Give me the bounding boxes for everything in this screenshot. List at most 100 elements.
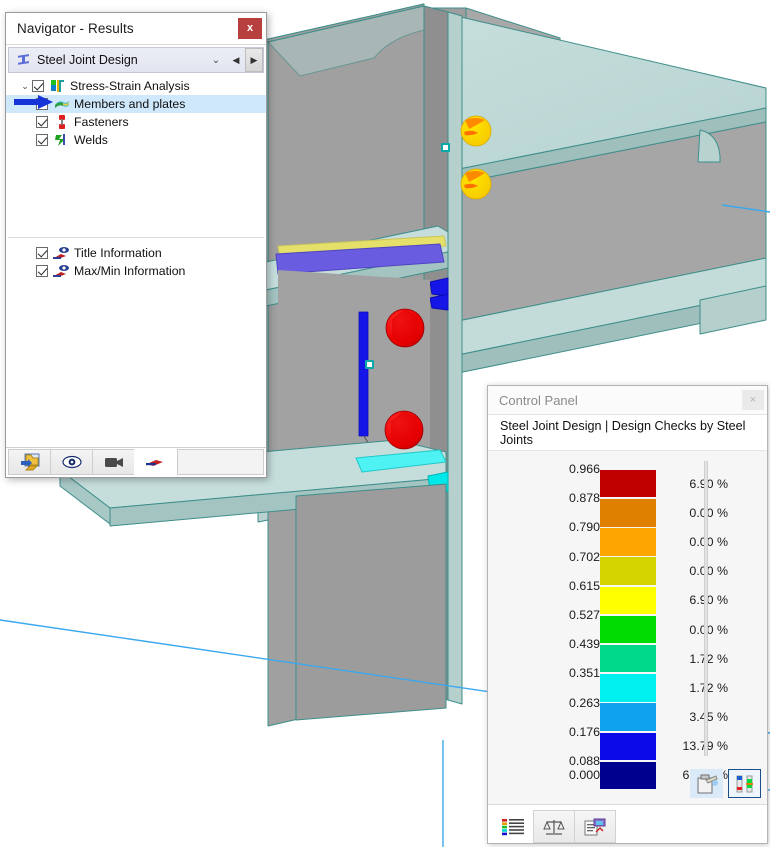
legend-color-swatch[interactable]: [600, 761, 656, 790]
legend-boundary-value: 0.702: [568, 549, 600, 564]
legend-color-swatch[interactable]: [600, 586, 656, 615]
legend-color-swatch[interactable]: [600, 615, 656, 644]
scale-settings-icon[interactable]: [728, 769, 761, 798]
legend-swatch-cell[interactable]: [600, 528, 656, 556]
results-category-combobox[interactable]: Steel Joint Design ⌄ ◀ ▶: [8, 47, 264, 73]
legend-color-swatch[interactable]: [600, 557, 656, 585]
legend-color-swatch[interactable]: [600, 732, 656, 761]
legend-boundary-value: 0.615: [568, 578, 600, 593]
legend-boundary-value: 0.966: [568, 462, 600, 476]
legend-swatch-cell[interactable]: [600, 557, 656, 585]
members-plates-icon: [53, 98, 70, 110]
pointer-arrow-icon: [14, 95, 54, 114]
legend-swatch-cell[interactable]: [600, 644, 656, 673]
navigator-titlebar: Navigator - Results x: [6, 13, 266, 45]
tree-item-welds[interactable]: Welds: [6, 131, 266, 149]
navigator-tree[interactable]: ⌄ Stress-Strain Analysis Members and pla…: [6, 73, 266, 447]
prev-arrow-icon[interactable]: ◀: [227, 48, 245, 72]
legend-percentage: 6.90 %: [689, 476, 728, 491]
legend-boundary-value: 0.790: [568, 520, 600, 535]
tree-divider: [8, 237, 264, 238]
legend-swatch-cell[interactable]: [600, 499, 656, 527]
title-info-icon: [53, 246, 70, 260]
toolbar-empty-area: [177, 449, 264, 475]
control-panel-title: Control Panel: [499, 392, 578, 408]
legend-color-swatch[interactable]: [600, 644, 656, 673]
checkbox[interactable]: [36, 247, 48, 259]
tree-item-maxmin-information[interactable]: Max/Min Information: [6, 262, 266, 280]
welds-icon: [53, 133, 70, 147]
legend-boundary-value: 0.351: [568, 666, 600, 681]
close-icon[interactable]: x: [238, 18, 262, 39]
close-icon[interactable]: ×: [742, 390, 764, 410]
legend-range-slider[interactable]: [704, 461, 708, 756]
checkbox[interactable]: [36, 265, 48, 277]
color-legend[interactable]: 0.966 6.90 % 0.878 0.00 % 0.790 0.00 % 0.702 0.…: [488, 462, 767, 790]
legend-color-swatch[interactable]: [600, 528, 656, 556]
tree-item-fasteners[interactable]: Fasteners: [6, 113, 266, 131]
checkbox[interactable]: [36, 134, 48, 146]
tree-item-label: Max/Min Information: [74, 264, 186, 278]
legend-swatch-cell[interactable]: [600, 674, 656, 702]
video-camera-icon[interactable]: [92, 449, 135, 475]
legend-color-swatch[interactable]: [600, 674, 656, 702]
navigator-title: Navigator - Results: [17, 21, 134, 36]
control-panel-subtitle: Steel Joint Design | Design Checks by St…: [488, 415, 767, 451]
legend-boundary-value: 0.263: [568, 695, 600, 710]
legend-boundary-value: 0.878: [568, 491, 600, 506]
legend-percentage: 1.72 %: [689, 680, 728, 695]
legend-swatch-cell[interactable]: [600, 703, 656, 731]
legend-percentage: 3.45 %: [689, 710, 728, 725]
control-panel-tabs[interactable]: [488, 804, 767, 843]
legend-percentage: 13.79 %: [682, 739, 728, 754]
tab-factors-scales[interactable]: [533, 810, 575, 843]
chevron-down-icon[interactable]: ⌄: [205, 55, 227, 66]
legend-percentage: 0.00 %: [689, 564, 728, 579]
fasteners-icon: [53, 115, 70, 129]
legend-swatch-cell[interactable]: [600, 615, 656, 644]
stress-strain-icon: [49, 79, 66, 93]
chevron-down-icon[interactable]: ⌄: [18, 81, 32, 92]
visibility-eye-icon[interactable]: [50, 449, 93, 475]
steel-joint-icon: [16, 53, 31, 67]
next-arrow-icon[interactable]: ▶: [245, 48, 263, 72]
tab-color-legend[interactable]: [492, 810, 534, 843]
tree-item-label: Members and plates: [74, 97, 186, 111]
legend-percentage: 0.00 %: [689, 505, 728, 520]
tree-item-title-information[interactable]: Title Information: [6, 244, 266, 262]
checkbox[interactable]: [32, 80, 44, 92]
control-panel-window[interactable]: Control Panel × Steel Joint Design | Des…: [487, 385, 768, 844]
tree-item-label: Title Information: [74, 246, 162, 260]
legend-boundary-value: 0.088: [568, 753, 600, 768]
legend-color-swatch[interactable]: [600, 469, 656, 498]
tree-item-label: Welds: [74, 133, 108, 147]
tree-item-label: Fasteners: [74, 115, 129, 129]
maxmin-info-icon: [53, 264, 70, 278]
legend-area: 0.966 6.90 % 0.878 0.00 % 0.790 0.00 % 0.702 0.…: [488, 451, 767, 804]
legend-color-swatch[interactable]: [600, 703, 656, 731]
legend-boundary-value: 0.000: [568, 768, 600, 783]
legend-percentage: 0.00 %: [689, 534, 728, 549]
legend-swatch-cell[interactable]: [600, 761, 656, 790]
results-category-value: Steel Joint Design: [37, 53, 138, 67]
control-panel-icon-row[interactable]: [690, 769, 761, 798]
tree-item-label: Stress-Strain Analysis: [70, 79, 190, 93]
legend-swatch-cell[interactable]: [600, 732, 656, 761]
legend-percentage: 6.90 %: [689, 593, 728, 608]
legend-color-swatch[interactable]: [600, 499, 656, 527]
legend-swatch-cell[interactable]: [600, 469, 656, 498]
annotation-flag-icon[interactable]: [134, 449, 177, 475]
tree-item-stress-strain-analysis[interactable]: ⌄ Stress-Strain Analysis: [6, 77, 266, 95]
color-settings-icon[interactable]: [690, 769, 723, 798]
checkbox[interactable]: [36, 116, 48, 128]
navigator-results-window[interactable]: Navigator - Results x Steel Joint Design…: [5, 12, 267, 478]
tab-display-properties[interactable]: [574, 810, 616, 843]
legend-boundary-value: 0.527: [568, 607, 600, 622]
legend-swatch-cell[interactable]: [600, 586, 656, 615]
control-panel-titlebar: Control Panel ×: [488, 386, 767, 415]
open-results-icon[interactable]: [8, 449, 51, 475]
navigator-toolbar[interactable]: [6, 447, 266, 477]
legend-boundary-value: 0.439: [568, 637, 600, 652]
legend-boundary-cell: 0.000: [488, 768, 600, 804]
legend-percentage: 0.00 %: [689, 622, 728, 637]
